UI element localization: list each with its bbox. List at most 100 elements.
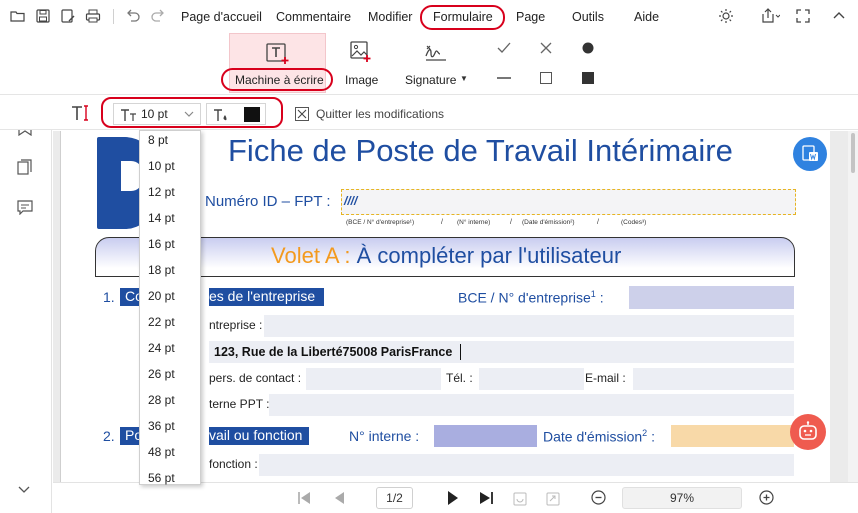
font-size-option-28[interactable]: 28 pt <box>148 393 175 407</box>
text-cursor-icon <box>71 104 91 122</box>
first-page-icon[interactable] <box>297 491 311 505</box>
font-size-option-22[interactable]: 22 pt <box>148 315 175 329</box>
id-hint-date: (Date d'émission²) <box>522 219 575 226</box>
id-hint-sep1: / <box>441 219 443 226</box>
cross-tool-icon[interactable] <box>540 42 552 54</box>
menu-comment[interactable]: Commentaire <box>276 10 351 24</box>
id-hint-sep3: / <box>597 219 599 226</box>
font-size-option-20[interactable]: 20 pt <box>148 289 175 303</box>
comments-icon[interactable] <box>17 199 33 215</box>
date-colon: : <box>651 428 655 445</box>
date-field[interactable] <box>671 425 794 447</box>
fonction-field[interactable] <box>259 454 794 476</box>
bce-colon: : <box>599 289 604 306</box>
font-size-option-36[interactable]: 36 pt <box>148 419 175 433</box>
ai-assistant-button[interactable] <box>790 414 826 450</box>
id-label: Numéro ID – FPT : <box>205 193 331 210</box>
font-size-option-16[interactable]: 16 pt <box>148 237 175 251</box>
dot-tool-icon[interactable] <box>582 42 594 54</box>
font-size-option-26[interactable]: 26 pt <box>148 367 175 381</box>
vertical-scrollbar[interactable] <box>848 131 858 482</box>
zoom-level[interactable]: 97% <box>622 487 742 509</box>
last-page-icon[interactable] <box>479 491 495 505</box>
checkmark-tool-icon[interactable] <box>497 42 511 54</box>
section-a-title: Volet A : À compléter par l'utilisateur <box>271 243 621 269</box>
tel-label: Tél. : <box>446 371 473 385</box>
line-tool-icon[interactable] <box>497 77 511 79</box>
menu-tools[interactable]: Outils <box>572 10 604 24</box>
section-2-title-end: vail ou fonction <box>209 427 309 445</box>
company-name-label: ntreprise : <box>209 318 263 332</box>
redo-icon[interactable] <box>150 8 166 24</box>
doc-title: Fiche de Poste de Travail Intérimaire <box>228 133 733 168</box>
font-size-option-12[interactable]: 12 pt <box>148 185 175 199</box>
font-size-option-14[interactable]: 14 pt <box>148 211 175 225</box>
menu-home[interactable]: Page d'accueil <box>181 10 262 24</box>
section-a-prefix: Volet A : <box>271 243 351 268</box>
menu-edit[interactable]: Modifier <box>368 10 412 24</box>
next-page-icon[interactable] <box>447 490 459 506</box>
font-size-option-8[interactable]: 8 pt <box>148 133 168 147</box>
font-size-option-48[interactable]: 48 pt <box>148 445 175 459</box>
font-size-option-24[interactable]: 24 pt <box>148 341 175 355</box>
save-as-icon[interactable] <box>60 8 76 24</box>
menu-bar: Page d'accueil Commentaire Modifier Form… <box>0 0 858 33</box>
expand-sidebar-icon[interactable] <box>18 486 30 494</box>
menu-help[interactable]: Aide <box>634 10 659 24</box>
thumbnails-icon[interactable] <box>17 159 33 175</box>
bce-footnote: 1 <box>590 289 596 299</box>
previous-page-icon[interactable] <box>333 491 345 505</box>
section-1-number: 1. <box>103 289 115 305</box>
rotate-left-icon[interactable] <box>513 490 527 506</box>
left-sidebar <box>0 96 52 513</box>
company-name-field[interactable] <box>264 315 794 337</box>
font-size-option-18[interactable]: 18 pt <box>148 263 175 277</box>
contact-field[interactable] <box>306 368 441 390</box>
image-icon[interactable] <box>350 41 372 63</box>
highlight-typewriter <box>221 68 333 91</box>
signature-button[interactable]: Signature <box>405 73 456 87</box>
quit-edit-icon[interactable] <box>295 107 309 121</box>
font-size-dropdown: 8 pt 10 pt 12 pt 14 pt 16 pt 18 pt 20 pt… <box>139 130 201 485</box>
page-number-input[interactable]: 1/2 <box>376 487 413 509</box>
undo-icon[interactable] <box>125 8 141 24</box>
interne-label: N° interne : <box>349 428 420 444</box>
typewriter-toolbar: 10 pt Quitter les modifications <box>0 96 858 130</box>
rotate-right-icon[interactable] <box>546 490 560 506</box>
print-icon[interactable] <box>85 8 101 24</box>
quit-edit-label[interactable]: Quitter les modifications <box>316 107 444 121</box>
filled-square-tool-icon[interactable] <box>582 72 594 84</box>
fullscreen-icon[interactable] <box>795 8 811 24</box>
font-size-option-10[interactable]: 10 pt <box>148 159 175 173</box>
zoom-out-icon[interactable] <box>591 490 606 505</box>
share-icon[interactable] <box>760 8 780 24</box>
date-label: Date d'émission2 : <box>543 428 655 445</box>
scrollbar-thumb[interactable] <box>851 133 855 173</box>
zoom-in-icon[interactable] <box>759 490 774 505</box>
interne-field[interactable] <box>434 425 537 447</box>
font-size-option-56[interactable]: 56 pt <box>148 471 175 485</box>
robot-icon <box>798 421 818 443</box>
signature-icon[interactable] <box>424 43 450 63</box>
ppt-label: terne PPT : <box>209 397 270 411</box>
address-value: 123, Rue de la Liberté75008 ParisFrance <box>214 345 453 359</box>
signature-dropdown-icon[interactable]: ▼ <box>460 74 468 83</box>
save-icon[interactable] <box>35 8 51 24</box>
address-field[interactable]: 123, Rue de la Liberté75008 ParisFrance <box>209 341 794 363</box>
text-caret <box>460 344 461 360</box>
tel-field[interactable] <box>479 368 584 390</box>
collapse-ribbon-icon[interactable] <box>831 8 847 24</box>
bce-label-text: BCE / N° d'entreprise <box>458 289 591 306</box>
email-field[interactable] <box>633 368 794 390</box>
highlight-font-controls <box>101 97 283 128</box>
id-field[interactable]: //// <box>341 189 796 215</box>
image-button[interactable]: Image <box>345 73 378 87</box>
ppt-field[interactable] <box>269 394 794 416</box>
menu-page[interactable]: Page <box>516 10 545 24</box>
square-tool-icon[interactable] <box>540 72 552 84</box>
theme-sun-icon[interactable] <box>718 8 734 24</box>
id-hint-codes: (Codes³) <box>621 219 647 226</box>
convert-to-word-button[interactable] <box>793 137 827 171</box>
bce-field[interactable] <box>629 286 794 309</box>
open-folder-icon[interactable] <box>10 8 26 24</box>
